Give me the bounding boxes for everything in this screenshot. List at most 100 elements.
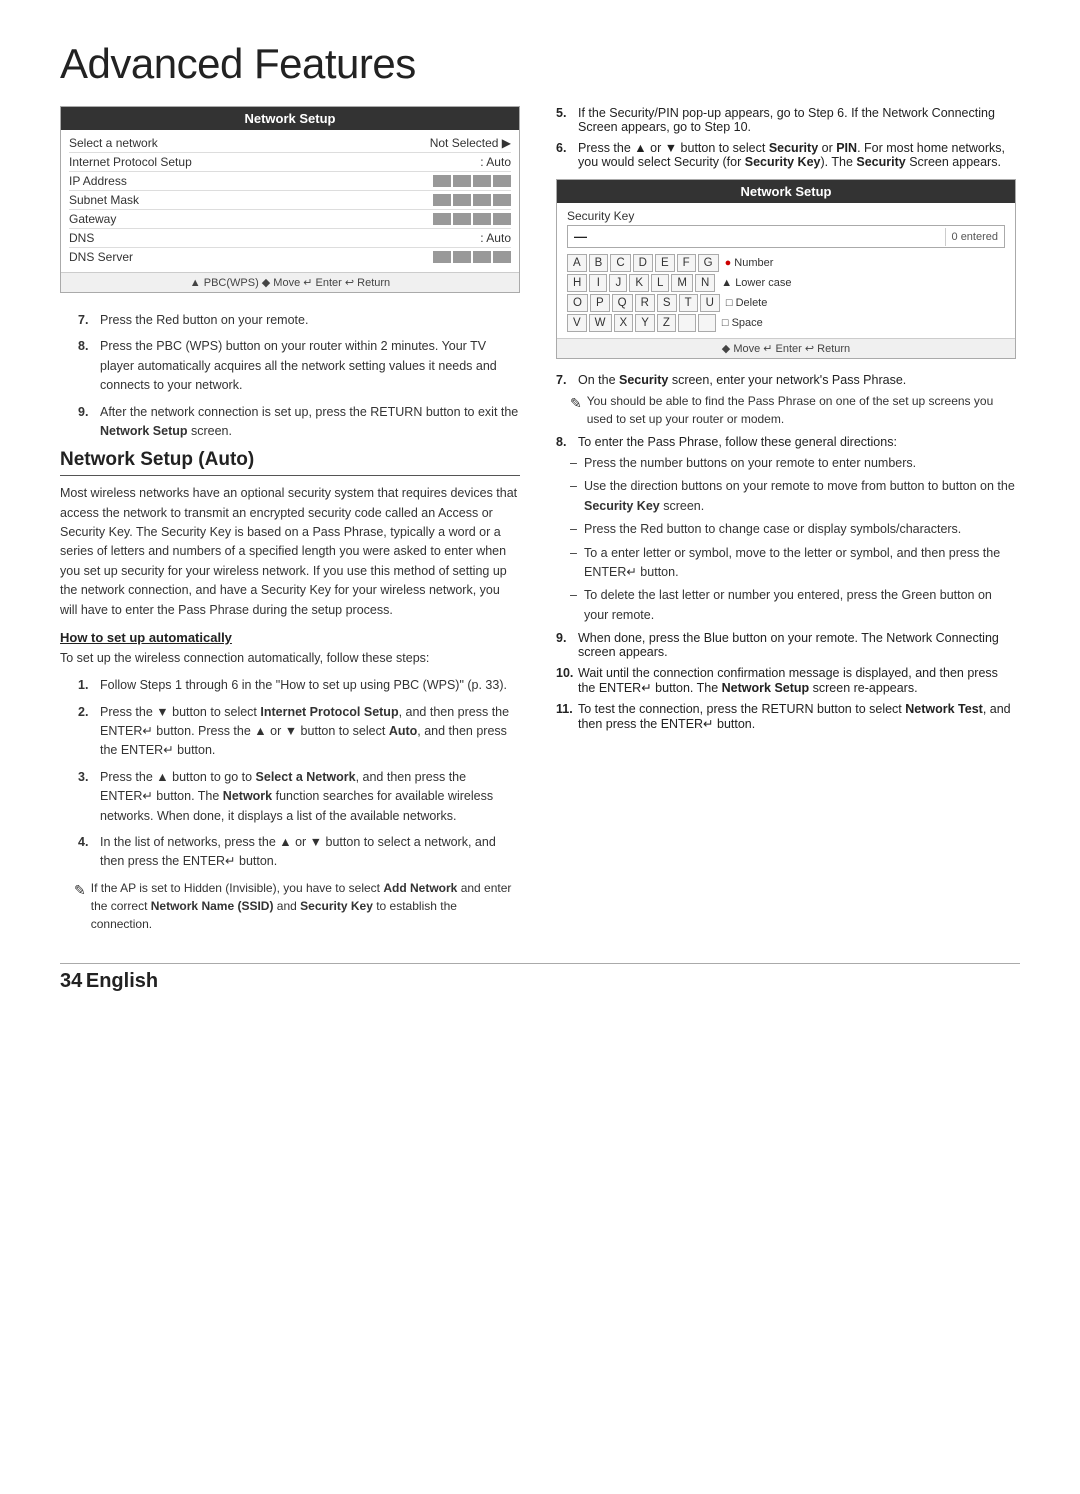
left-step-4: 4. In the list of networks, press the ▲ … xyxy=(78,833,520,872)
kb-key-b[interactable]: B xyxy=(589,254,609,272)
ip-blocks xyxy=(433,175,511,187)
page-number-label: English xyxy=(86,970,158,992)
kb-keys-hn: H I J K L M N xyxy=(567,274,715,292)
dash-item-4: To a enter letter or symbol, move to the… xyxy=(570,544,1016,583)
pixel-block xyxy=(493,194,511,206)
kb-key-x[interactable]: X xyxy=(614,314,634,332)
pixel-block xyxy=(473,194,491,206)
network-row-label-subnet: Subnet Mask xyxy=(69,193,139,207)
step-4-note-text: If the AP is set to Hidden (Invisible), … xyxy=(91,879,520,933)
kb-key-c[interactable]: C xyxy=(610,254,630,272)
network-row-value-subnet xyxy=(433,194,511,206)
pixel-block xyxy=(453,194,471,206)
right-step-11-num: 11. xyxy=(556,702,572,731)
kb-key-s[interactable]: S xyxy=(657,294,677,312)
left-step-4-text: In the list of networks, press the ▲ or … xyxy=(100,833,520,872)
kb-key-blank2[interactable] xyxy=(698,314,716,332)
network-row-label-ip: IP Address xyxy=(69,174,127,188)
security-box-footer: ◆ Move ↵ Enter ↩ Return xyxy=(557,338,1015,358)
network-row-dns: DNS : Auto xyxy=(69,229,511,248)
right-step-10: 10. Wait until the connection confirmati… xyxy=(556,666,1016,695)
kb-label-lowercase-text: Lower case xyxy=(735,277,791,289)
kb-key-k[interactable]: K xyxy=(629,274,649,292)
pixel-block xyxy=(493,175,511,187)
kb-key-e[interactable]: E xyxy=(655,254,675,272)
kb-key-z[interactable]: Z xyxy=(657,314,676,332)
kb-key-l[interactable]: L xyxy=(651,274,669,292)
pixel-block xyxy=(433,213,451,225)
gateway-blocks xyxy=(433,213,511,225)
space-icon: □ xyxy=(722,317,729,329)
kb-key-a[interactable]: A xyxy=(567,254,587,272)
pixel-block xyxy=(493,213,511,225)
kb-key-m[interactable]: M xyxy=(671,274,693,292)
pixel-block xyxy=(433,194,451,206)
kb-key-q[interactable]: Q xyxy=(612,294,633,312)
pixel-block xyxy=(473,251,491,263)
kb-key-o[interactable]: O xyxy=(567,294,588,312)
kb-label-delete-text: Delete xyxy=(736,297,768,309)
step-9-item: 9. After the network connection is set u… xyxy=(78,403,520,442)
left-step-3-text: Press the ▲ button to go to Select a Net… xyxy=(100,768,520,826)
network-row-label-gateway: Gateway xyxy=(69,212,116,226)
kb-key-f[interactable]: F xyxy=(677,254,696,272)
network-row-label-select: Select a network xyxy=(69,136,158,150)
page-title: Advanced Features xyxy=(60,40,1020,88)
kb-key-v[interactable]: V xyxy=(567,314,587,332)
kb-key-j[interactable]: J xyxy=(609,274,627,292)
network-row-ip: IP Address xyxy=(69,172,511,191)
kb-key-d[interactable]: D xyxy=(633,254,653,272)
step-7-item: 7. Press the Red button on your remote. xyxy=(78,311,520,330)
right-step-8-text: To enter the Pass Phrase, follow these g… xyxy=(578,435,897,449)
kb-row-vz: V W X Y Z □ Space xyxy=(567,314,1005,332)
kb-key-i[interactable]: I xyxy=(589,274,607,292)
kb-key-y[interactable]: Y xyxy=(635,314,655,332)
subsection-intro: To set up the wireless connection automa… xyxy=(60,649,520,668)
step-7-num: 7. xyxy=(78,311,94,330)
kb-key-p[interactable]: P xyxy=(590,294,610,312)
red-button-icon: ● xyxy=(725,257,732,269)
step-4-note: ✎ If the AP is set to Hidden (Invisible)… xyxy=(74,879,520,933)
security-box-header: Network Setup xyxy=(557,180,1015,203)
step-8-item: 8. Press the PBC (WPS) button on your ro… xyxy=(78,337,520,395)
right-step-7-text: On the Security screen, enter your netwo… xyxy=(578,373,906,387)
right-step-7-num: 7. xyxy=(556,373,572,387)
network-row-subnet: Subnet Mask xyxy=(69,191,511,210)
kb-key-blank1[interactable] xyxy=(678,314,696,332)
left-step-1: 1. Follow Steps 1 through 6 in the "How … xyxy=(78,676,520,695)
intro-paragraph: Most wireless networks have an optional … xyxy=(60,484,520,620)
pixel-block xyxy=(473,175,491,187)
kb-row-ou: O P Q R S T U □ Delete xyxy=(567,294,1005,312)
kb-keys-vz: V W X Y Z xyxy=(567,314,716,332)
pixel-block xyxy=(493,251,511,263)
note-icon-7: ✎ xyxy=(570,393,582,414)
kb-key-r[interactable]: R xyxy=(635,294,655,312)
kb-key-u[interactable]: U xyxy=(700,294,720,312)
left-step-4-num: 4. xyxy=(78,833,94,872)
kb-key-t[interactable]: T xyxy=(679,294,698,312)
kb-label-number-text: Number xyxy=(734,257,773,269)
dns-blocks xyxy=(433,251,511,263)
network-setup-box: Network Setup Select a network Not Selec… xyxy=(60,106,520,293)
right-step-9-text: When done, press the Blue button on your… xyxy=(578,631,1016,659)
section-heading: Network Setup (Auto) xyxy=(60,449,520,476)
network-box-body: Select a network Not Selected ▶ Internet… xyxy=(61,130,519,272)
step-9-text: After the network connection is set up, … xyxy=(100,403,520,442)
note-icon: ✎ xyxy=(74,880,86,901)
left-step-1-text: Follow Steps 1 through 6 in the "How to … xyxy=(100,676,507,695)
kb-key-g[interactable]: G xyxy=(698,254,719,272)
kb-label-number: ● Number xyxy=(725,257,774,269)
kb-key-n[interactable]: N xyxy=(695,274,715,292)
network-row-gateway: Gateway xyxy=(69,210,511,229)
kb-key-w[interactable]: W xyxy=(589,314,612,332)
pixel-block xyxy=(453,251,471,263)
kb-key-h[interactable]: H xyxy=(567,274,587,292)
left-step-3: 3. Press the ▲ button to go to Select a … xyxy=(78,768,520,826)
network-row-label-protocol: Internet Protocol Setup xyxy=(69,155,192,169)
step-7-note-text: You should be able to find the Pass Phra… xyxy=(587,392,1016,428)
right-step-11: 11. To test the connection, press the RE… xyxy=(556,702,1016,731)
subsection-heading: How to set up automatically xyxy=(60,630,520,645)
kb-row-ag: A B C D E F G ● Number xyxy=(567,254,1005,272)
left-column: Network Setup Select a network Not Selec… xyxy=(60,106,520,933)
step-9-num: 9. xyxy=(78,403,94,442)
